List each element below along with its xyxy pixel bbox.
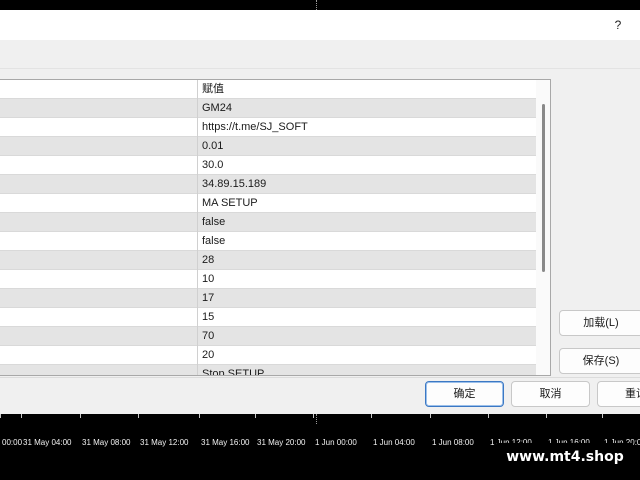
header-variable-cell xyxy=(0,80,198,99)
time-axis-label: 31 May 04:00 xyxy=(23,438,72,447)
table-row[interactable]: MA SETUP xyxy=(0,194,536,213)
variable-cell xyxy=(0,251,198,270)
tab-divider xyxy=(0,68,640,69)
time-axis-label: 31 May 08:00 xyxy=(82,438,131,447)
value-cell[interactable]: 34.89.15.189 xyxy=(202,175,536,194)
dialog-titlebar: ? xyxy=(0,10,640,40)
variable-cell xyxy=(0,346,198,365)
table-row[interactable]: 0.01 xyxy=(0,137,536,156)
header-value-label: 赋值 xyxy=(202,83,224,95)
value-cell[interactable]: MA SETUP xyxy=(202,194,536,213)
chart-gridline-bottom xyxy=(316,414,317,424)
axis-tick xyxy=(255,414,256,418)
axis-tick xyxy=(488,414,489,418)
table-row[interactable]: Stop SETUP xyxy=(0,365,536,375)
cancel-button[interactable]: 取消 xyxy=(511,381,590,407)
save-button[interactable]: 保存(S) xyxy=(559,348,640,374)
load-button[interactable]: 加载(L) xyxy=(559,310,640,336)
value-cell[interactable]: false xyxy=(202,213,536,232)
table-row[interactable]: 28 xyxy=(0,251,536,270)
variable-cell xyxy=(0,289,198,308)
time-axis-label: 1 Jun 04:00 xyxy=(373,438,415,447)
table-row[interactable]: GM24 xyxy=(0,99,536,118)
axis-tick xyxy=(138,414,139,418)
axis-tick xyxy=(430,414,431,418)
table-header-row: 赋值 xyxy=(0,80,536,99)
input-parameters-dialog: ? 赋值 GM24 https://t.me/SJ_SOFT 0.01 30.0 34.… xyxy=(0,10,640,414)
axis-tick xyxy=(21,414,22,418)
variable-cell xyxy=(0,118,198,137)
value-cell[interactable]: GM24 xyxy=(202,99,536,118)
variable-cell xyxy=(0,213,198,232)
table-scrollbar[interactable] xyxy=(536,80,550,375)
watermark: www.mt4.shop xyxy=(497,443,633,471)
value-cell[interactable]: 17 xyxy=(202,289,536,308)
value-cell[interactable]: Stop SETUP xyxy=(202,365,536,375)
button-bar-divider xyxy=(0,377,640,378)
scroll-thumb[interactable] xyxy=(542,104,545,272)
time-axis-label: 00:00 xyxy=(2,438,23,447)
time-axis-label: 1 Jun 08:00 xyxy=(432,438,474,447)
variable-cell xyxy=(0,365,198,375)
value-cell[interactable]: 30.0 xyxy=(202,156,536,175)
value-cell[interactable]: 70 xyxy=(202,327,536,346)
axis-tick xyxy=(80,414,81,418)
variable-cell xyxy=(0,156,198,175)
table-row[interactable]: 20 xyxy=(0,346,536,365)
value-cell[interactable]: 20 xyxy=(202,346,536,365)
reset-button[interactable]: 重设 xyxy=(597,381,640,407)
axis-tick xyxy=(0,414,1,418)
ok-button[interactable]: 确定 xyxy=(425,381,504,407)
time-axis-label: 1 Jun 00:00 xyxy=(315,438,357,447)
axis-tick xyxy=(313,414,314,418)
chart-gridline-top xyxy=(316,0,317,10)
value-cell[interactable]: 10 xyxy=(202,270,536,289)
value-cell[interactable]: 0.01 xyxy=(202,137,536,156)
variable-cell xyxy=(0,99,198,118)
variable-cell xyxy=(0,137,198,156)
table-row[interactable]: 17 xyxy=(0,289,536,308)
variable-cell xyxy=(0,327,198,346)
table-row[interactable]: false xyxy=(0,232,536,251)
table-row[interactable]: 15 xyxy=(0,308,536,327)
value-cell[interactable]: https://t.me/SJ_SOFT xyxy=(202,118,536,137)
axis-tick xyxy=(602,414,603,418)
table-row[interactable]: false xyxy=(0,213,536,232)
table-row[interactable]: 10 xyxy=(0,270,536,289)
axis-tick xyxy=(371,414,372,418)
table-row[interactable]: 30.0 xyxy=(0,156,536,175)
axis-tick xyxy=(199,414,200,418)
variable-cell xyxy=(0,175,198,194)
time-axis-label: 31 May 20:00 xyxy=(257,438,306,447)
parameters-table: 赋值 GM24 https://t.me/SJ_SOFT 0.01 30.0 34.89… xyxy=(0,79,551,376)
variable-cell xyxy=(0,232,198,251)
variable-cell xyxy=(0,194,198,213)
time-axis-label: 31 May 16:00 xyxy=(201,438,250,447)
table-row[interactable]: https://t.me/SJ_SOFT xyxy=(0,118,536,137)
table-row[interactable]: 70 xyxy=(0,327,536,346)
screen: ? 赋值 GM24 https://t.me/SJ_SOFT 0.01 30.0 34.… xyxy=(0,0,640,480)
parameters-table-body: 赋值 GM24 https://t.me/SJ_SOFT 0.01 30.0 34.89… xyxy=(0,80,536,375)
variable-cell xyxy=(0,270,198,289)
help-button[interactable]: ? xyxy=(610,16,626,34)
variable-cell xyxy=(0,308,198,327)
value-cell[interactable]: 28 xyxy=(202,251,536,270)
table-row[interactable]: 34.89.15.189 xyxy=(0,175,536,194)
value-cell[interactable]: 15 xyxy=(202,308,536,327)
axis-tick xyxy=(546,414,547,418)
time-axis-label: 31 May 12:00 xyxy=(140,438,189,447)
value-cell[interactable]: false xyxy=(202,232,536,251)
chart-top-strip xyxy=(0,0,640,10)
